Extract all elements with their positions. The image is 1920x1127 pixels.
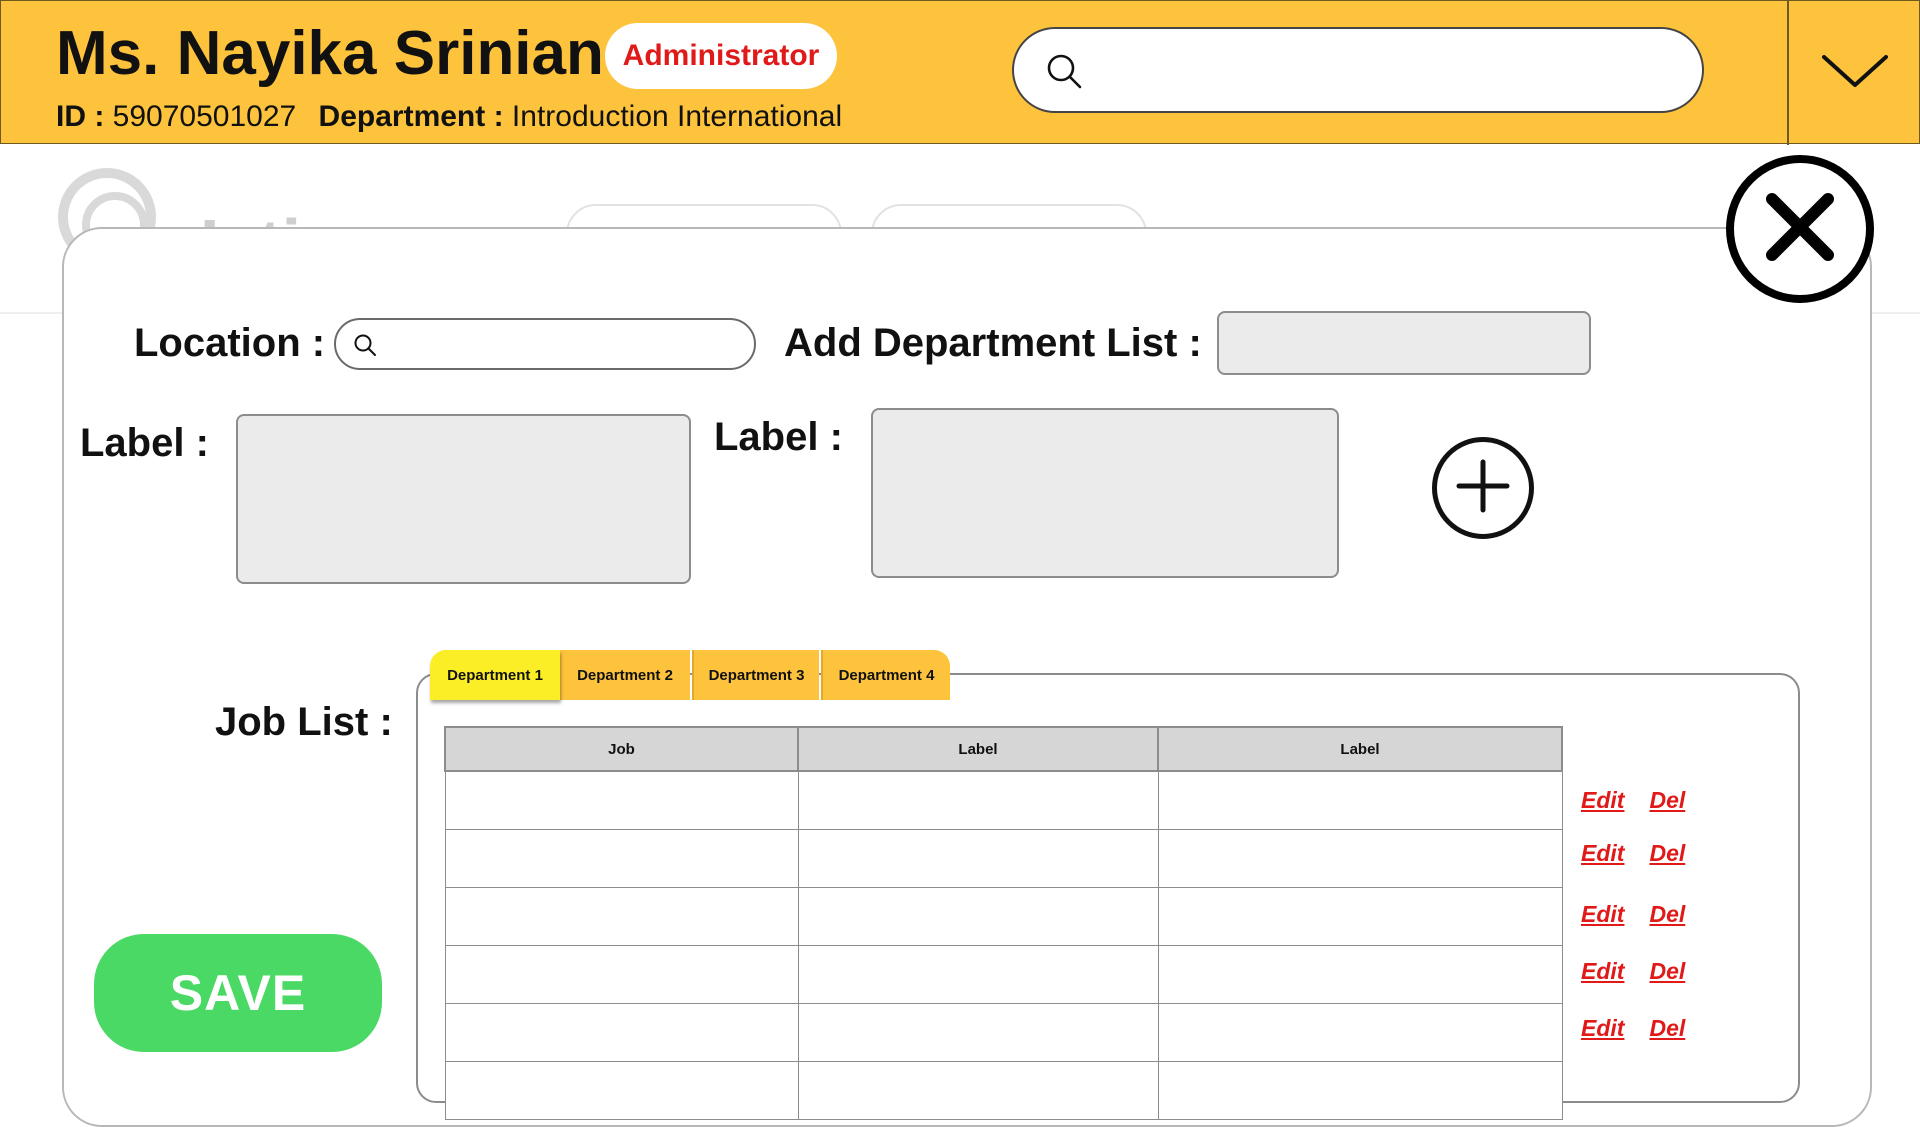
- label-right-caption: Label :: [714, 415, 843, 459]
- table-cell[interactable]: [797, 770, 1159, 830]
- search-icon: [352, 332, 378, 363]
- table-row[interactable]: [444, 1060, 1563, 1120]
- table-cell[interactable]: [797, 828, 1159, 888]
- table-cell[interactable]: [1157, 770, 1563, 830]
- table-cell[interactable]: [444, 944, 799, 1004]
- top-header: Ms. Nayika Srinian Administrator ID : 59…: [0, 0, 1920, 145]
- department-value: Introduction International: [511, 100, 843, 133]
- delete-link[interactable]: Del: [1649, 787, 1685, 813]
- row-actions: Edit Del: [1581, 840, 1685, 870]
- label-right-field[interactable]: [871, 408, 1339, 578]
- id-value: 59070501027: [112, 100, 297, 133]
- row-actions: Edit Del: [1581, 1015, 1685, 1045]
- table-cell[interactable]: [444, 1002, 799, 1062]
- department-label: Department :: [318, 100, 504, 133]
- label-left-textarea[interactable]: [238, 416, 689, 582]
- tab-department-3[interactable]: Department 3: [692, 650, 819, 700]
- save-button[interactable]: SAVE: [94, 934, 382, 1052]
- label-left-field[interactable]: [236, 414, 691, 584]
- table-row[interactable]: [444, 944, 1563, 1004]
- delete-link[interactable]: Del: [1649, 840, 1685, 866]
- table-cell[interactable]: [1157, 828, 1563, 888]
- column-header-job[interactable]: Job: [444, 726, 799, 772]
- location-search-field[interactable]: [334, 318, 756, 370]
- add-department-field[interactable]: [1217, 311, 1591, 375]
- table-header-row: Job Label Label: [444, 726, 1563, 772]
- table-cell[interactable]: [797, 944, 1159, 1004]
- table-cell[interactable]: [444, 770, 799, 830]
- table-cell[interactable]: [797, 1002, 1159, 1062]
- table-cell[interactable]: [1157, 944, 1563, 1004]
- table-row[interactable]: [444, 770, 1563, 830]
- close-modal-button[interactable]: [1726, 155, 1874, 303]
- user-name: Ms. Nayika Srinian: [56, 19, 604, 88]
- table-cell[interactable]: [797, 1060, 1159, 1120]
- column-header-label[interactable]: Label: [1157, 726, 1563, 772]
- edit-link[interactable]: Edit: [1581, 840, 1624, 866]
- row-actions: Edit Del: [1581, 958, 1685, 988]
- header-search-input[interactable]: [1012, 27, 1704, 113]
- delete-link[interactable]: Del: [1649, 1015, 1685, 1041]
- tab-department-2[interactable]: Department 2: [560, 650, 690, 700]
- search-icon: [1044, 51, 1084, 96]
- job-table: Job Label Label: [444, 726, 1563, 1120]
- tab-department-4[interactable]: Department 4: [821, 650, 950, 700]
- add-label-button[interactable]: [1432, 437, 1534, 539]
- location-label: Location :: [134, 321, 326, 365]
- table-cell[interactable]: [444, 828, 799, 888]
- delete-link[interactable]: Del: [1649, 958, 1685, 984]
- close-icon: [1755, 182, 1845, 277]
- location-input[interactable]: [388, 328, 738, 362]
- role-badge: Administrator: [605, 23, 837, 89]
- id-label: ID :: [56, 100, 105, 133]
- row-actions: Edit Del: [1581, 787, 1685, 817]
- job-list-label: Job List :: [215, 700, 393, 744]
- table-cell[interactable]: [444, 1060, 799, 1120]
- edit-link[interactable]: Edit: [1581, 958, 1624, 984]
- table-cell[interactable]: [797, 886, 1159, 946]
- add-department-input[interactable]: [1219, 313, 1589, 373]
- table-cell[interactable]: [1157, 1060, 1563, 1120]
- column-header-label[interactable]: Label: [797, 726, 1159, 772]
- add-department-label: Add Department List :: [784, 321, 1202, 365]
- table-row[interactable]: [444, 886, 1563, 946]
- table-cell[interactable]: [1157, 886, 1563, 946]
- table-row[interactable]: [444, 828, 1563, 888]
- table-cell[interactable]: [1157, 1002, 1563, 1062]
- user-meta: ID : 59070501027 Department : Introducti…: [56, 97, 842, 137]
- delete-link[interactable]: Del: [1649, 901, 1685, 927]
- edit-link[interactable]: Edit: [1581, 901, 1624, 927]
- label-left-caption: Label :: [80, 421, 209, 465]
- table-cell[interactable]: [444, 886, 799, 946]
- label-right-textarea[interactable]: [873, 410, 1337, 576]
- table-row[interactable]: [444, 1002, 1563, 1062]
- edit-link[interactable]: Edit: [1581, 787, 1624, 813]
- user-menu-toggle[interactable]: [1787, 1, 1920, 145]
- chevron-down-icon: [1820, 51, 1890, 96]
- plus-circle-icon: [1453, 456, 1513, 521]
- edit-link[interactable]: Edit: [1581, 1015, 1624, 1041]
- row-actions: Edit Del: [1581, 901, 1685, 931]
- tab-department-1[interactable]: Department 1: [430, 650, 560, 700]
